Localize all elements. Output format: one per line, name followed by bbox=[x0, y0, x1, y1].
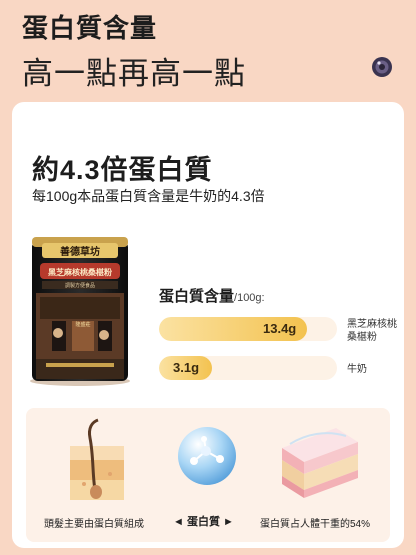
bar-name-milk: 牛奶 bbox=[347, 363, 367, 376]
caption-skin: 蛋白質占人體干重的54% bbox=[260, 519, 371, 530]
product-tagline: 調製方便食品 bbox=[65, 282, 95, 289]
bar-name-sesame: 黑芝麻核桃 桑椹粉 bbox=[347, 318, 397, 344]
caption-hair: 頭髮主要由蛋白質組成 bbox=[44, 519, 144, 530]
page: { "header": { "title": "蛋白質含量", "subtitl… bbox=[0, 0, 416, 555]
comparison-label: 蛋白質含量/100g: bbox=[159, 285, 265, 306]
bar-name-sesame-line1: 黑芝麻核桃 bbox=[347, 319, 397, 330]
round-badge-icon bbox=[372, 57, 392, 77]
product-shop-sign: 隆盛莊 bbox=[75, 321, 90, 328]
bar-name-sesame-line2: 桑椹粉 bbox=[347, 332, 377, 343]
caption-protein: ◄ 蛋白質 ► bbox=[173, 516, 234, 528]
bar-value-milk: 3.1g bbox=[173, 360, 200, 375]
bar-track-milk: 3.1g bbox=[159, 356, 337, 380]
product-brand: 善德草坊 bbox=[60, 245, 100, 258]
product-can-image: 善德草坊 黑芝麻核桃桑椹粉 調製方便食品 隆盛莊 bbox=[30, 237, 130, 386]
hair-follicle-icon bbox=[70, 418, 124, 500]
bar-name-milk-line1: 牛奶 bbox=[347, 364, 367, 375]
protein-molecule-icon bbox=[178, 427, 236, 485]
bar-value-sesame: 13.4g bbox=[263, 321, 297, 336]
skin-layers-icon bbox=[282, 428, 358, 498]
bar-track-sesame: 13.4g bbox=[159, 317, 337, 341]
comparison-title: 蛋白質含量 bbox=[159, 288, 235, 305]
subline: 每100g本品蛋白質含量是牛奶的4.3倍 bbox=[32, 188, 265, 204]
product-name: 黑芝麻核桃桑椹粉 bbox=[48, 267, 112, 277]
comparison-unit: /100g: bbox=[234, 292, 265, 304]
headline: 約4.3倍蛋白質 bbox=[32, 155, 213, 185]
header-title: 蛋白質含量 bbox=[22, 13, 158, 43]
header-subtitle: 高一點再高一點 bbox=[22, 56, 246, 91]
